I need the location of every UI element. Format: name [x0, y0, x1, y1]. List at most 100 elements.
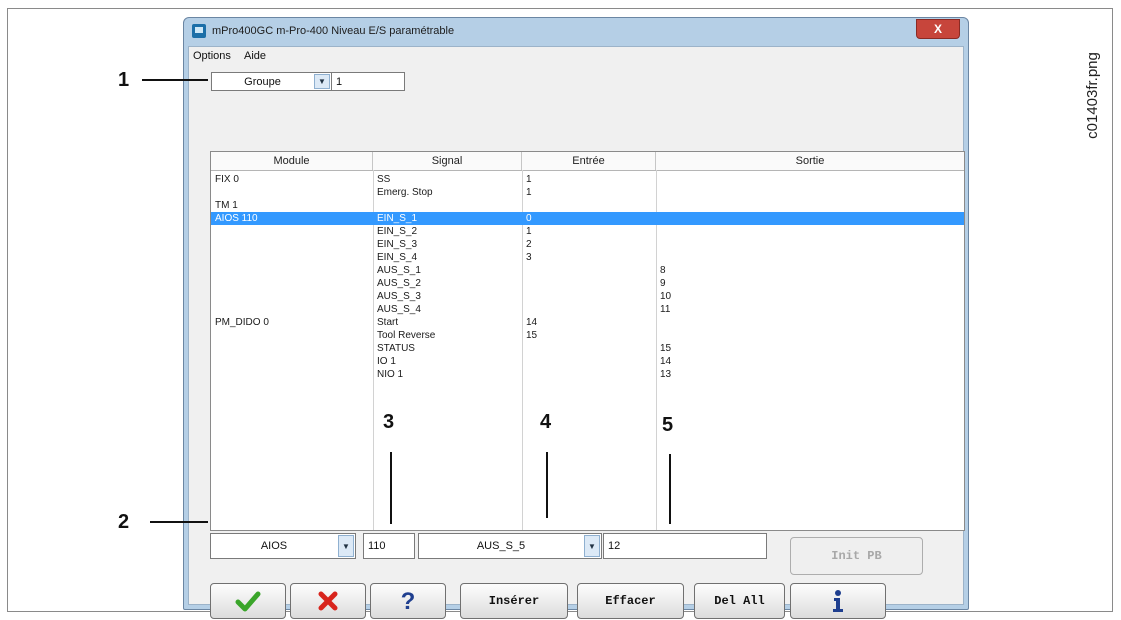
callout-line: [142, 79, 208, 81]
menu-bar: Options Aide: [189, 47, 963, 63]
table-row[interactable]: FIX 0 SS 1: [211, 173, 964, 186]
cell-entree: 2: [526, 239, 532, 250]
checkmark-icon: [235, 591, 261, 612]
insert-button[interactable]: Insérer: [460, 583, 568, 619]
column-header-sortie[interactable]: Sortie: [656, 152, 964, 170]
cell-signal: SS: [377, 174, 391, 185]
callout-4: 4: [540, 411, 552, 433]
cell-signal: EIN_S_4: [377, 252, 418, 263]
column-header-signal[interactable]: Signal: [373, 152, 522, 170]
table-row[interactable]: Emerg. Stop 1: [211, 186, 964, 199]
table-row[interactable]: PM_DIDO 0 Start 14: [211, 316, 964, 329]
cell-entree: 0: [526, 213, 532, 224]
chevron-down-icon[interactable]: ▼: [338, 535, 354, 557]
app-icon: [192, 24, 206, 38]
cross-icon: [318, 591, 338, 611]
cell-signal: AUS_S_4: [377, 304, 421, 315]
module-number-input[interactable]: 110: [363, 533, 415, 559]
callout-1: 1: [118, 69, 130, 91]
cell-signal: AUS_S_2: [377, 278, 421, 289]
info-icon: [833, 590, 843, 612]
table-row[interactable]: EIN_S_2 1: [211, 225, 964, 238]
cell-sortie: 14: [660, 356, 672, 367]
cell-module: AIOS 110: [215, 213, 258, 224]
window-title: mPro400GC m-Pro-400 Niveau E/S paramétra…: [212, 25, 455, 37]
cell-signal: EIN_S_1: [377, 213, 418, 224]
cancel-button[interactable]: [290, 583, 366, 619]
chevron-down-icon[interactable]: ▼: [584, 535, 600, 557]
cell-signal: NIO 1: [377, 369, 404, 380]
io-table: Module Signal Entrée Sortie FIX 0 SS 1 Emer…: [210, 151, 965, 531]
cell-signal: AUS_S_3: [377, 291, 421, 302]
cell-module: PM_DIDO 0: [215, 317, 269, 328]
cell-sortie: 9: [660, 278, 666, 289]
menu-options[interactable]: Options: [189, 47, 237, 62]
app-window: mPro400GC m-Pro-400 Niveau E/S paramétra…: [183, 17, 969, 619]
signal-combo-value: AUS_S_5: [476, 540, 526, 552]
callout-line: [390, 452, 392, 524]
cell-signal: Tool Reverse: [377, 330, 436, 341]
signal-combo[interactable]: AUS_S_5 ▼: [418, 533, 602, 559]
callout-5: 5: [662, 414, 674, 436]
cell-entree: 14: [526, 317, 538, 328]
callout-line: [546, 452, 548, 518]
filter-combo[interactable]: Groupe ▼: [211, 72, 332, 91]
cell-sortie: 8: [660, 265, 666, 276]
cell-signal: AUS_S_1: [377, 265, 421, 276]
table-row[interactable]: AIOS 110 EIN_S_1 0: [211, 212, 964, 225]
svg-text:?: ?: [401, 588, 416, 614]
info-button[interactable]: [790, 583, 886, 619]
table-row[interactable]: Tool Reverse 15: [211, 329, 964, 342]
callout-3: 3: [383, 411, 395, 433]
cell-entree: 1: [526, 187, 532, 198]
cell-signal: IO 1: [377, 356, 396, 367]
column-header-entree[interactable]: Entrée: [522, 152, 656, 170]
filter-combo-value: Groupe: [244, 75, 281, 88]
cell-sortie: 15: [660, 343, 672, 354]
table-row[interactable]: AUS_S_2 9: [211, 277, 964, 290]
cell-entree: 15: [526, 330, 538, 341]
delete-all-button[interactable]: Del All: [694, 583, 785, 619]
column-header-module[interactable]: Module: [211, 152, 373, 170]
table-row[interactable]: TM 1: [211, 199, 964, 212]
cell-signal: Emerg. Stop: [377, 187, 433, 198]
module-combo[interactable]: AIOS ▼: [210, 533, 356, 559]
cell-signal: Start: [377, 317, 399, 328]
cell-entree: 1: [526, 174, 532, 185]
table-row[interactable]: NIO 1 13: [211, 368, 964, 381]
table-row[interactable]: STATUS 15: [211, 342, 964, 355]
cell-entree: 3: [526, 252, 532, 263]
table-row[interactable]: AUS_S_3 10: [211, 290, 964, 303]
chevron-down-icon[interactable]: ▼: [314, 74, 330, 89]
callout-line: [669, 454, 671, 524]
cell-sortie: 13: [660, 369, 672, 380]
module-combo-value: AIOS: [260, 540, 288, 552]
table-row[interactable]: AUS_S_4 11: [211, 303, 964, 316]
table-header: Module Signal Entrée Sortie: [211, 152, 964, 171]
cell-sortie: 10: [660, 291, 672, 302]
table-row[interactable]: EIN_S_4 3: [211, 251, 964, 264]
ok-button[interactable]: [210, 583, 286, 619]
client-area: Options Aide Groupe ▼ 1 Module Signal En…: [188, 46, 965, 619]
cell-signal: EIN_S_2: [377, 226, 418, 237]
cell-signal: STATUS: [377, 343, 415, 354]
callout-2: 2: [118, 511, 130, 533]
question-icon: ?: [401, 588, 416, 614]
menu-aide[interactable]: Aide: [240, 47, 272, 62]
filter-number-input[interactable]: 1: [331, 72, 405, 91]
init-pb-button[interactable]: Init PB: [790, 537, 923, 575]
cell-entree: 1: [526, 226, 532, 237]
io-number-input[interactable]: 12: [603, 533, 767, 559]
cell-module: TM 1: [215, 200, 238, 211]
close-button[interactable]: X: [916, 19, 960, 39]
table-row[interactable]: IO 1 14: [211, 355, 964, 368]
table-row[interactable]: EIN_S_3 2: [211, 238, 964, 251]
image-label: c01403fr.png: [1083, 51, 1101, 139]
cell-sortie: 11: [660, 304, 671, 315]
erase-button[interactable]: Effacer: [577, 583, 684, 619]
table-row[interactable]: AUS_S_1 8: [211, 264, 964, 277]
cell-module: FIX 0: [215, 174, 239, 185]
callout-line: [150, 521, 208, 523]
title-bar: mPro400GC m-Pro-400 Niveau E/S paramétra…: [184, 18, 968, 44]
help-button[interactable]: ?: [370, 583, 446, 619]
